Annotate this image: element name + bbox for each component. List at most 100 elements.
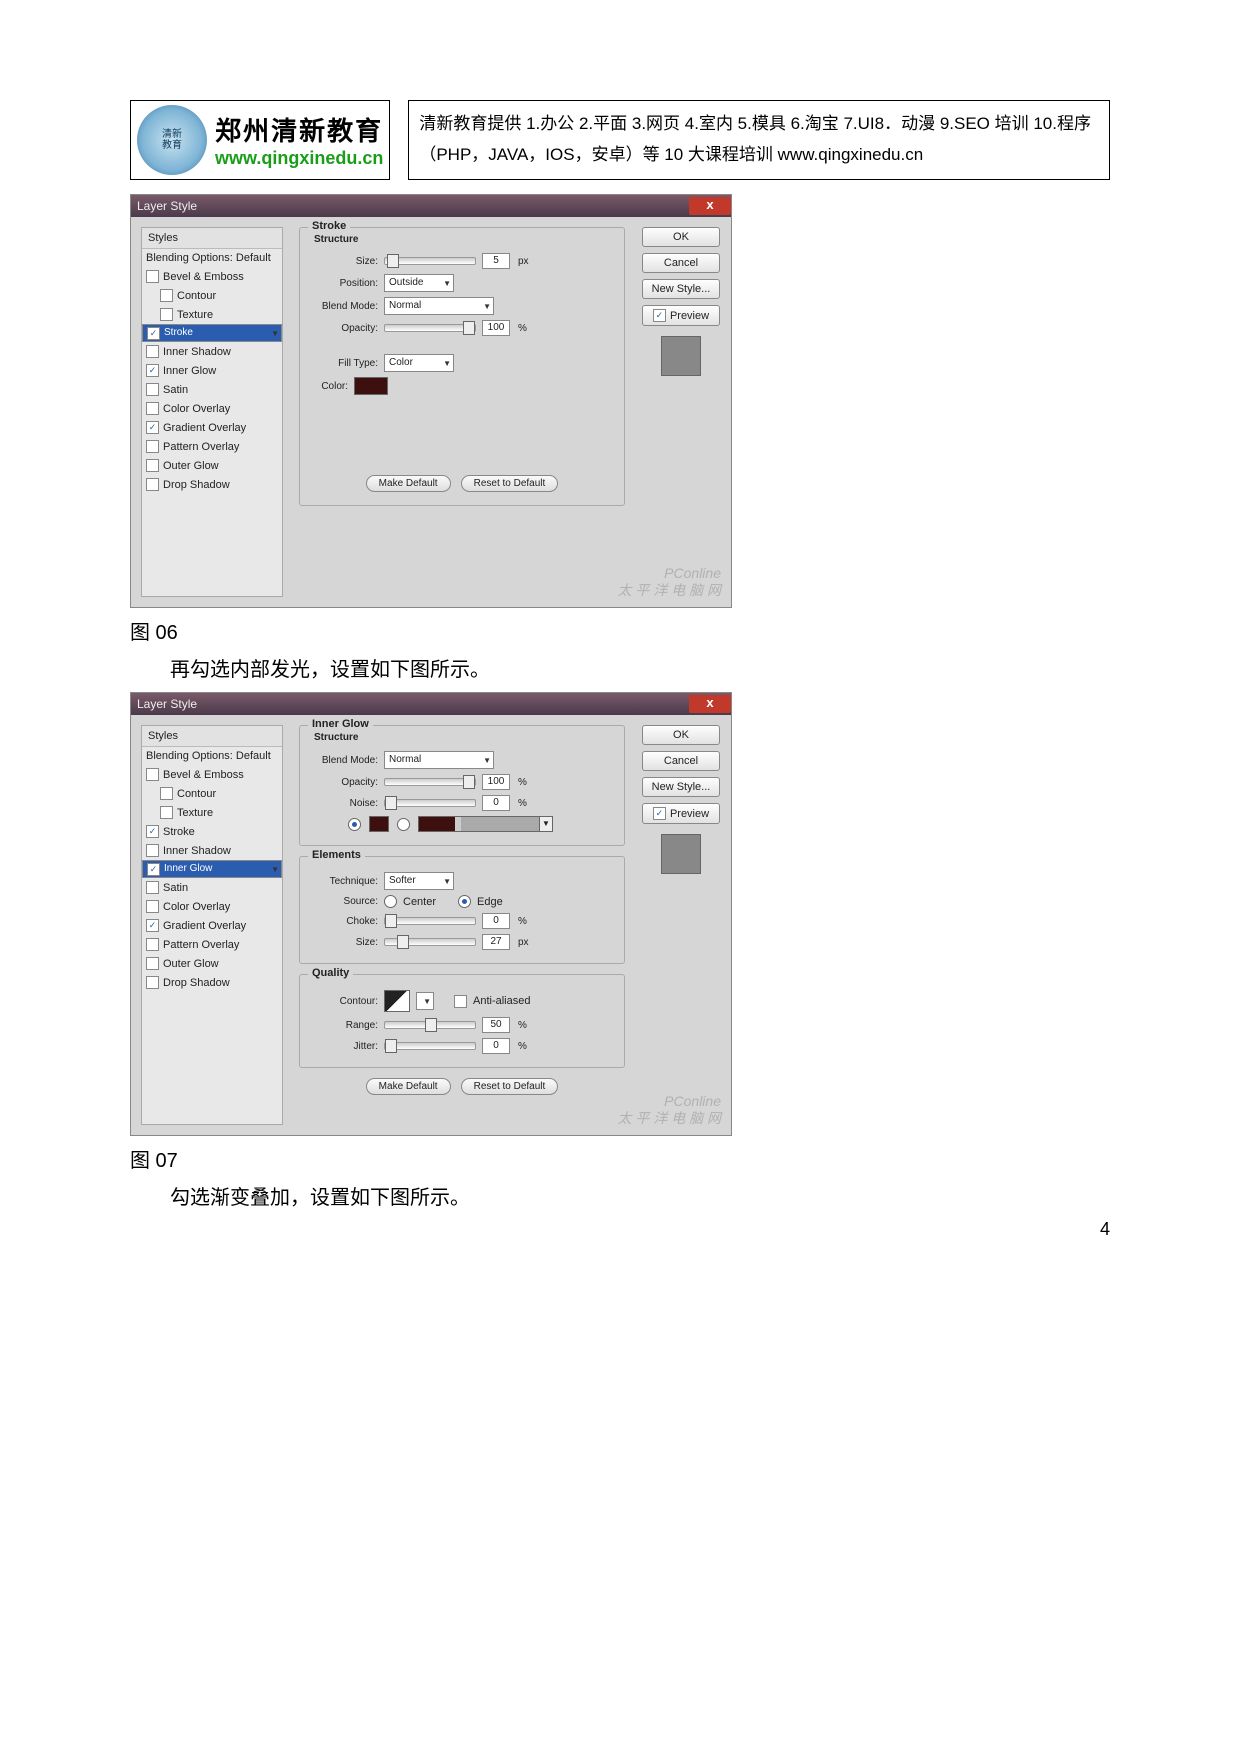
checkbox-icon[interactable] [146,459,159,472]
size-slider[interactable] [384,938,476,946]
noise-slider[interactable] [384,799,476,807]
antialias-check[interactable] [454,995,467,1008]
filltype-select[interactable]: Color [384,354,454,372]
style-row[interactable]: Blending Options: Default [142,747,282,765]
new-style-button[interactable]: New Style... [642,777,720,797]
glow-color-swatch[interactable] [369,816,389,832]
checkbox-icon[interactable] [146,938,159,951]
checkbox-icon[interactable] [160,308,173,321]
style-row[interactable]: Outer Glow [142,456,282,475]
reset-default-button[interactable]: Reset to Default [461,1078,559,1095]
style-row[interactable]: Color Overlay [142,399,282,418]
preview-toggle[interactable]: ✓Preview [642,305,720,326]
style-row[interactable]: ✓Stroke [142,324,282,342]
new-style-button[interactable]: New Style... [642,279,720,299]
checkbox-icon[interactable]: ✓ [147,327,160,340]
style-row[interactable]: ✓Gradient Overlay [142,418,282,437]
checkbox-icon[interactable] [160,787,173,800]
style-row[interactable]: Drop Shadow [142,475,282,494]
choke-input[interactable]: 0 [482,913,510,929]
style-row[interactable]: Bevel & Emboss [142,765,282,784]
style-row[interactable]: Contour [142,286,282,305]
color-radio[interactable] [348,818,361,831]
opacity-input[interactable]: 100 [482,320,510,336]
style-row[interactable]: Drop Shadow [142,973,282,992]
checkbox-icon[interactable] [146,976,159,989]
position-select[interactable]: Outside [384,274,454,292]
blendmode-select[interactable]: Normal [384,297,494,315]
style-row[interactable]: Color Overlay [142,897,282,916]
checkbox-icon[interactable] [146,957,159,970]
style-row[interactable]: Inner Shadow [142,342,282,361]
size-slider[interactable] [384,257,476,265]
checkbox-icon[interactable] [146,768,159,781]
gradient-radio[interactable] [397,818,410,831]
checkbox-icon[interactable]: ✓ [146,364,159,377]
jitter-slider[interactable] [384,1042,476,1050]
checkbox-icon[interactable] [146,440,159,453]
technique-select[interactable]: Softer [384,872,454,890]
style-row[interactable]: Satin [142,380,282,399]
checkbox-icon[interactable] [146,345,159,358]
blendmode-select[interactable]: Normal [384,751,494,769]
gradient-picker[interactable] [418,816,540,832]
make-default-button[interactable]: Make Default [366,1078,451,1095]
text-1: 再勾选内部发光，设置如下图所示。 [170,653,1110,682]
caption-06: 图 06 [130,616,1110,645]
checkbox-icon[interactable] [160,806,173,819]
checkbox-icon[interactable] [160,289,173,302]
checkbox-icon[interactable]: ✓ [146,825,159,838]
style-row[interactable]: Contour [142,784,282,803]
contour-picker[interactable] [384,990,410,1012]
preview-toggle[interactable]: ✓Preview [642,803,720,824]
source-edge-radio[interactable] [458,895,471,908]
jitter-input[interactable]: 0 [482,1038,510,1054]
style-row[interactable]: Pattern Overlay [142,935,282,954]
checkbox-icon[interactable] [146,478,159,491]
contour-dropdown[interactable] [416,992,434,1010]
styles-header[interactable]: Styles [142,726,282,747]
style-row[interactable]: Outer Glow [142,954,282,973]
size-input[interactable]: 27 [482,934,510,950]
checkbox-icon[interactable] [146,900,159,913]
checkbox-icon[interactable]: ✓ [147,863,160,876]
cancel-button[interactable]: Cancel [642,751,720,771]
styles-header[interactable]: Styles [142,228,282,249]
size-input[interactable]: 5 [482,253,510,269]
checkbox-icon[interactable] [146,383,159,396]
color-swatch[interactable] [354,377,388,395]
style-row[interactable]: ✓Inner Glow [142,860,282,878]
style-row[interactable]: Bevel & Emboss [142,267,282,286]
close-icon[interactable]: x [689,197,731,215]
ok-button[interactable]: OK [642,227,720,247]
reset-default-button[interactable]: Reset to Default [461,475,559,492]
style-row[interactable]: Satin [142,878,282,897]
opacity-slider[interactable] [384,778,476,786]
style-row[interactable]: Texture [142,803,282,822]
source-center-radio[interactable] [384,895,397,908]
close-icon[interactable]: x [689,695,731,713]
opacity-slider[interactable] [384,324,476,332]
style-row[interactable]: ✓Inner Glow [142,361,282,380]
style-row[interactable]: Blending Options: Default [142,249,282,267]
checkbox-icon[interactable] [146,270,159,283]
style-row[interactable]: ✓Gradient Overlay [142,916,282,935]
style-row[interactable]: Inner Shadow [142,841,282,860]
checkbox-icon[interactable] [146,402,159,415]
range-slider[interactable] [384,1021,476,1029]
style-row[interactable]: Pattern Overlay [142,437,282,456]
opacity-input[interactable]: 100 [482,774,510,790]
checkbox-icon[interactable] [146,881,159,894]
position-label: Position: [308,278,378,289]
cancel-button[interactable]: Cancel [642,253,720,273]
make-default-button[interactable]: Make Default [366,475,451,492]
noise-input[interactable]: 0 [482,795,510,811]
checkbox-icon[interactable] [146,844,159,857]
checkbox-icon[interactable]: ✓ [146,421,159,434]
range-input[interactable]: 50 [482,1017,510,1033]
ok-button[interactable]: OK [642,725,720,745]
checkbox-icon[interactable]: ✓ [146,919,159,932]
style-row[interactable]: Texture [142,305,282,324]
style-row[interactable]: ✓Stroke [142,822,282,841]
choke-slider[interactable] [384,917,476,925]
